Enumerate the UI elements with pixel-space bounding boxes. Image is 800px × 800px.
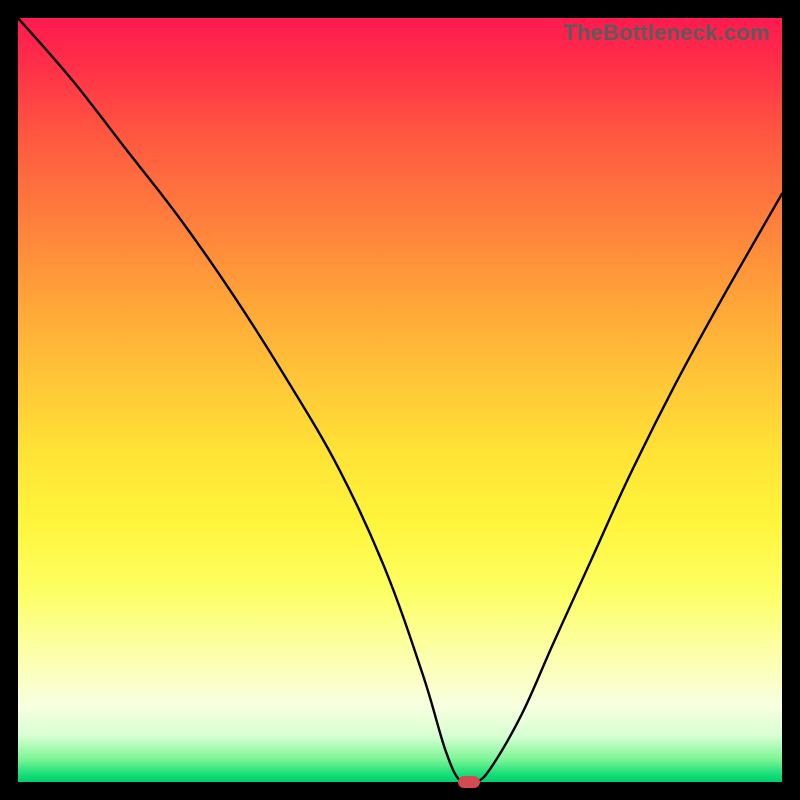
bottleneck-curve (18, 18, 782, 782)
plot-area: TheBottleneck.com (18, 18, 782, 782)
chart-frame: TheBottleneck.com (0, 0, 800, 800)
optimum-marker (458, 776, 480, 788)
watermark-text: TheBottleneck.com (564, 20, 770, 46)
